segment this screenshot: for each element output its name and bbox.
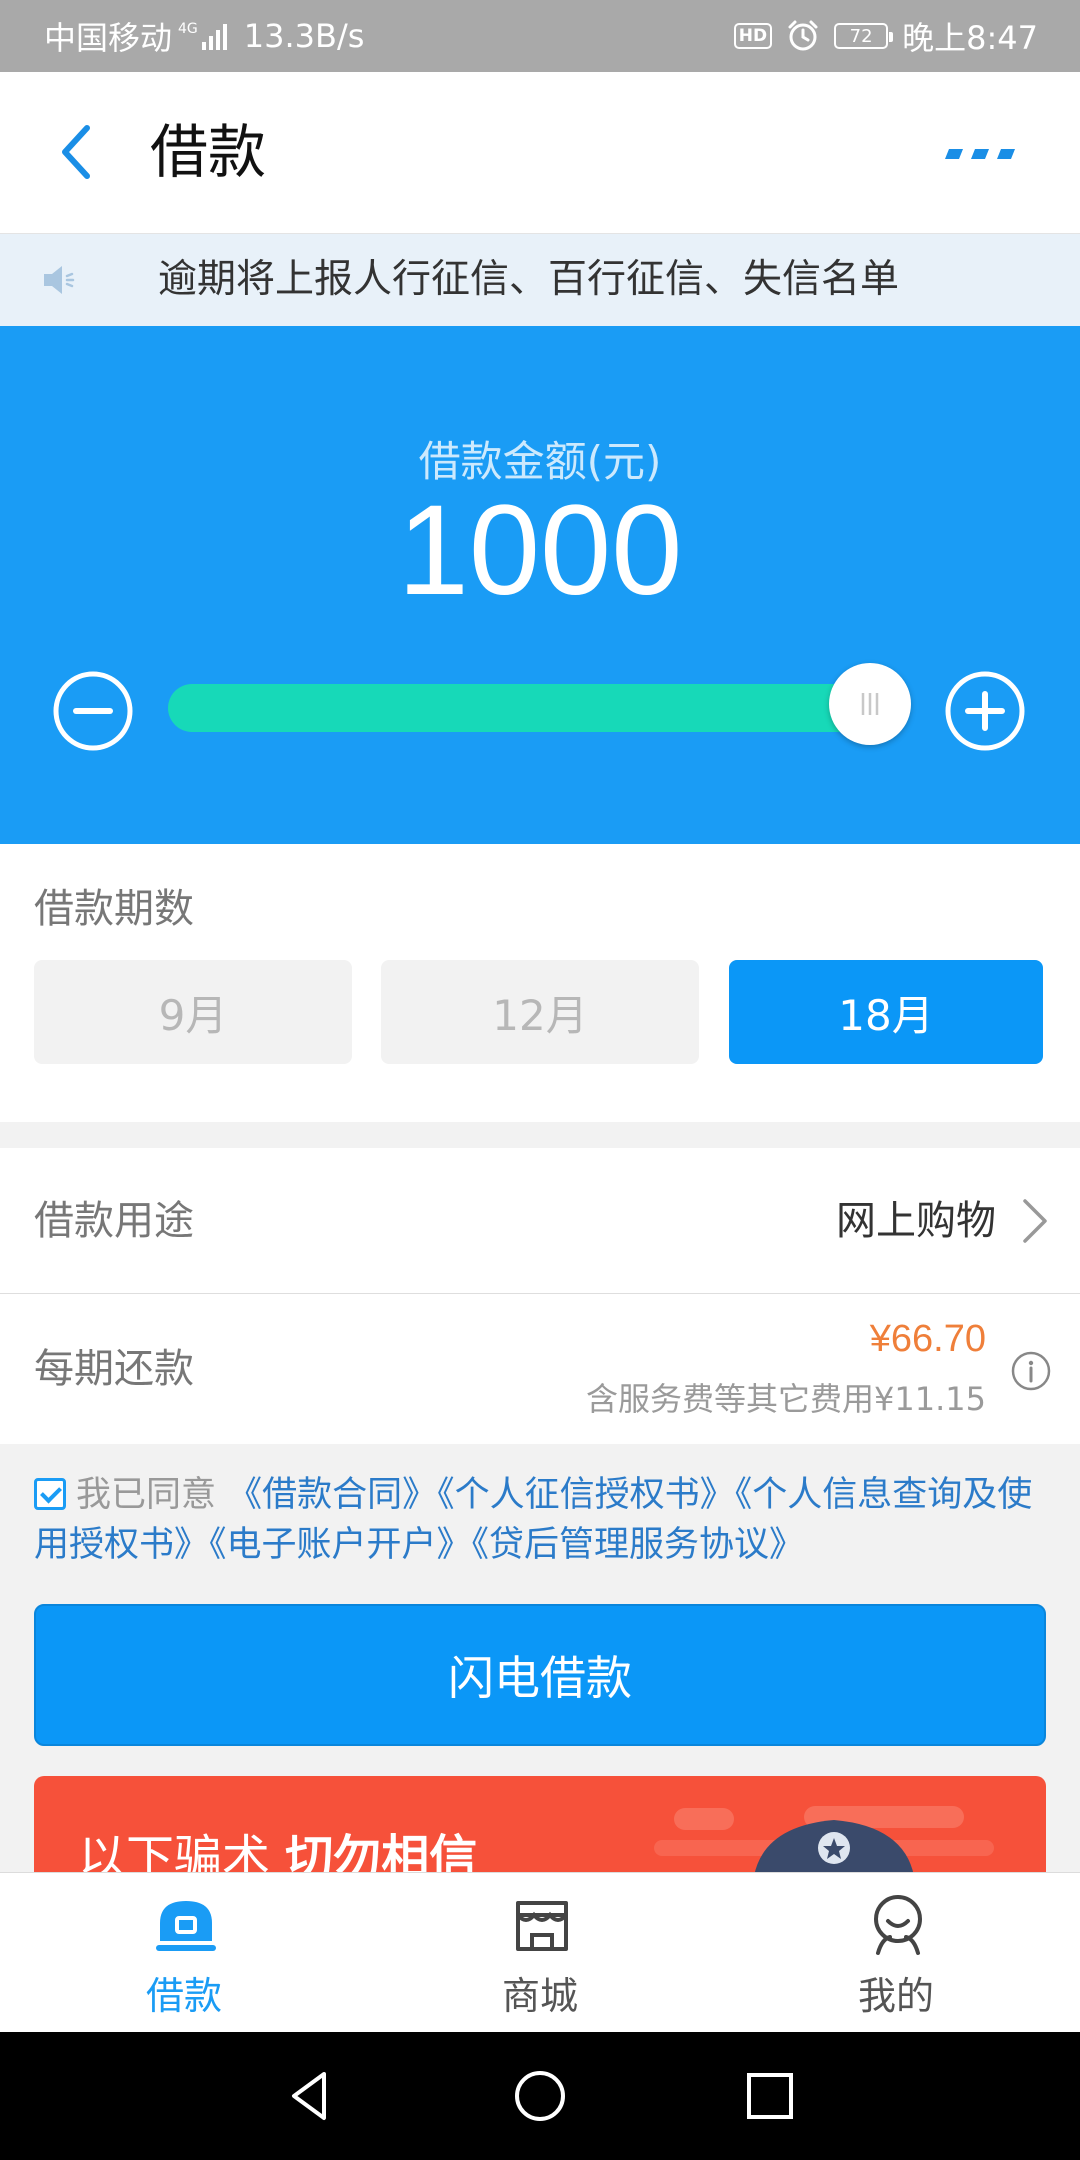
amount-slider-handle[interactable] [829,663,911,745]
term-label: 借款期数 [34,886,194,932]
notice-bar: 逾期将上报人行征信、百行征信、失信名单 [0,234,1080,326]
profile-icon [874,1895,922,1955]
info-icon[interactable] [1010,1350,1052,1392]
bottom-nav: 借款 商城 我的 [0,1872,1080,2032]
network-type: 4G [178,21,198,37]
alarm-icon [788,20,818,51]
repayment-row: 每期还款 ¥66.70 含服务费等其它费用¥11.15 [0,1294,1080,1444]
minus-circle-icon [53,671,133,751]
nav-label-profile: 我的 [857,1974,934,2018]
decrease-amount-button[interactable] [52,670,134,752]
repayment-fee-note: 含服务费等其它费用¥11.15 [586,1380,986,1418]
nav-item-store[interactable]: 商城 [360,1873,720,2033]
battery-level: 72 [849,25,873,47]
amount-panel: 借款金额(元) 1000 [0,326,1080,844]
doc-link-credit-authorization[interactable]: 《个人征信授权书》 [437,1475,735,1515]
purpose-label: 借款用途 [34,1198,194,1244]
battery-icon: 72 [834,23,894,49]
nav-item-loan[interactable]: 借款 [4,1873,364,2033]
notice-text: 逾期将上报人行征信、百行征信、失信名单 [158,257,900,302]
term-option-9[interactable]: 9月 [34,960,352,1064]
police-cap-icon [754,1820,914,1876]
amount-slider-track[interactable] [168,684,868,732]
chevron-right-icon [1023,1199,1047,1243]
speaker-icon [44,266,75,294]
anti-fraud-banner-text: 以下骗术 切勿相信 [78,1818,477,1876]
back-triangle-icon[interactable] [280,2066,340,2126]
term-option-12[interactable]: 12月 [381,960,699,1064]
more-dots-icon [945,149,1015,159]
signal-icon [201,24,227,50]
chevron-left-icon [62,125,90,179]
agree-checkbox[interactable] [34,1478,66,1510]
term-section: 借款期数 9月 12月 18月 [0,844,1080,1122]
doc-link-post-loan-service[interactable]: 《贷后管理服务协议》 [472,1525,805,1565]
back-button[interactable] [40,112,110,192]
banner-text-bold: 切勿相信 [285,1830,478,1876]
doc-link-e-account[interactable]: 《电子账户开户》 [209,1525,472,1565]
more-button[interactable] [940,132,1020,176]
clock: 晚上8:47 [902,19,1038,57]
network-speed: 13.3B/s [243,17,365,55]
loan-icon [156,1901,216,1951]
submit-loan-button[interactable]: 闪电借款 [34,1604,1046,1746]
repayment-amount: ¥66.70 [869,1318,986,1360]
agree-prefix: 我已同意 [76,1475,217,1515]
amount-value: 1000 [397,479,683,622]
carrier-name: 中国移动 [44,19,173,57]
doc-link-loan-contract[interactable]: 《借款合同》 [227,1475,437,1515]
anti-fraud-banner[interactable]: 以下骗术 切勿相信 [34,1776,1046,1876]
nav-label-store: 商城 [501,1974,578,2018]
app-header: 借款 [0,72,1080,234]
term-option-18[interactable]: 18月 [729,960,1043,1064]
grip-lines-icon [861,693,879,715]
status-bar: 中国移动 4G 13.3B/s HD 72 晚上8:47 [0,0,1080,72]
repayment-label: 每期还款 [34,1346,194,1392]
purpose-row[interactable]: 借款用途 网上购物 [0,1148,1080,1294]
store-icon [516,1901,568,1951]
hd-icon: HD [733,23,773,49]
increase-amount-button[interactable] [944,670,1026,752]
home-circle-icon[interactable] [510,2066,570,2126]
plus-circle-icon [945,671,1025,751]
nav-item-profile[interactable]: 我的 [716,1873,1076,2033]
nav-label-loan: 借款 [145,1974,222,2018]
page-title: 借款 [150,118,267,186]
system-nav-bar [0,2032,1080,2160]
purpose-value: 网上购物 [836,1198,996,1244]
recents-square-icon[interactable] [740,2066,800,2126]
agreement-text: 我已同意 《借款合同》《个人征信授权书》《个人信息查询及使用授权书》《电子账户开… [34,1470,1044,1570]
banner-text-normal: 以下骗术 [78,1830,286,1876]
